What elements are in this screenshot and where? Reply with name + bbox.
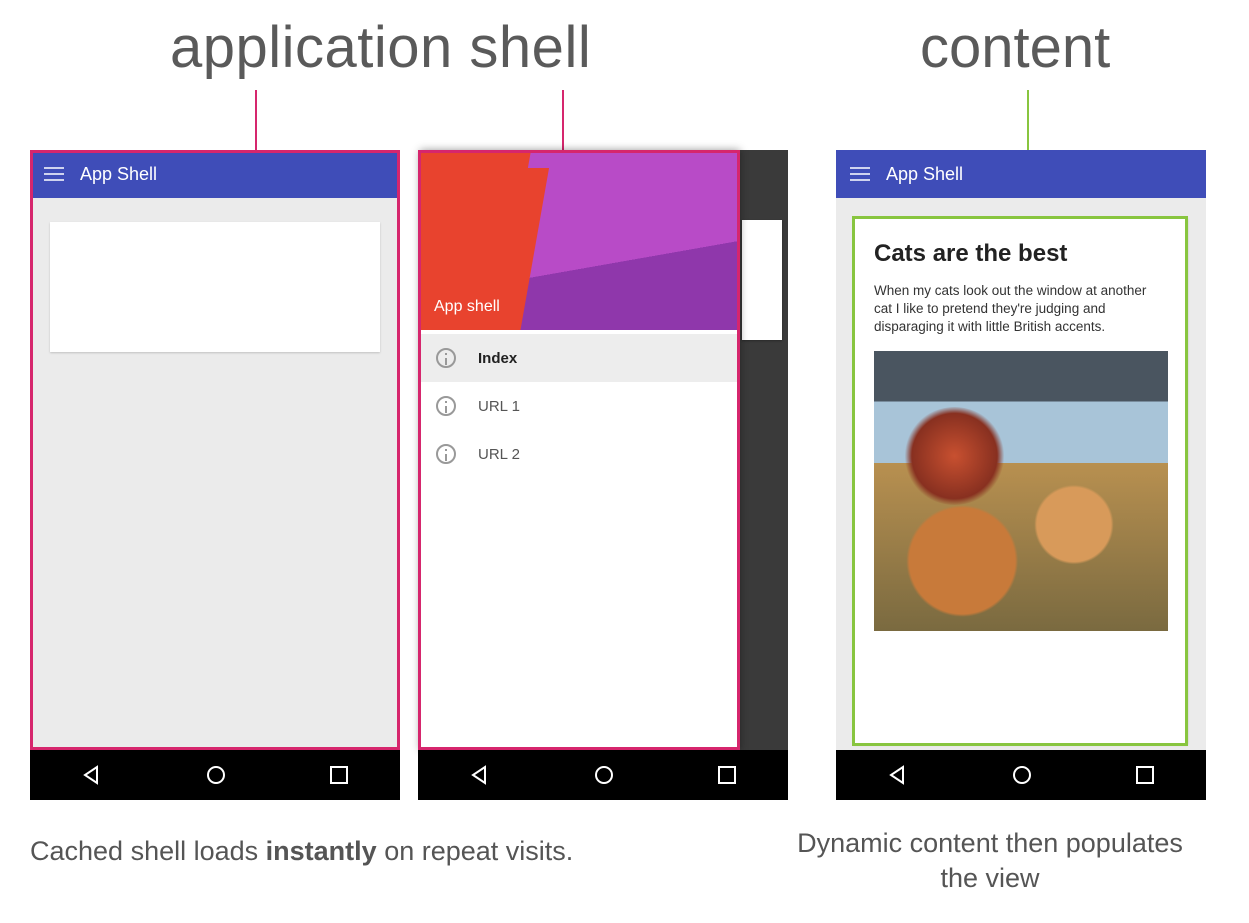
home-icon[interactable] xyxy=(595,766,613,784)
content-body: When my cats look out the window at anot… xyxy=(874,282,1168,337)
recents-icon[interactable] xyxy=(718,766,736,784)
drawer-list: Index URL 1 URL 2 xyxy=(418,330,738,478)
back-icon[interactable] xyxy=(82,765,102,785)
drawer-item-label: URL 1 xyxy=(478,398,520,415)
content-title: Cats are the best xyxy=(874,240,1168,268)
caption-right: Dynamic content then populates the view xyxy=(790,826,1190,896)
android-nav-bar xyxy=(836,750,1206,800)
info-icon xyxy=(436,348,456,368)
info-icon xyxy=(436,396,456,416)
drawer-header: App shell xyxy=(418,150,738,330)
empty-content-card xyxy=(50,222,380,352)
home-icon[interactable] xyxy=(207,766,225,784)
info-icon xyxy=(436,444,456,464)
app-bar: App Shell xyxy=(30,150,400,198)
connector-line xyxy=(562,90,564,152)
drawer-item-label: URL 2 xyxy=(478,446,520,463)
hamburger-menu-icon[interactable] xyxy=(850,167,870,181)
recents-icon[interactable] xyxy=(330,766,348,784)
hamburger-menu-icon[interactable] xyxy=(44,167,64,181)
drawer-item-url1[interactable]: URL 1 xyxy=(418,382,738,430)
recents-icon[interactable] xyxy=(1136,766,1154,784)
content-card: Cats are the best When my cats look out … xyxy=(854,218,1188,744)
heading-application-shell: application shell xyxy=(170,14,591,81)
drawer-item-label: Index xyxy=(478,350,517,367)
back-icon[interactable] xyxy=(470,765,490,785)
drawer-item-url2[interactable]: URL 2 xyxy=(418,430,738,478)
drawer-item-index[interactable]: Index xyxy=(418,334,738,382)
home-icon[interactable] xyxy=(1013,766,1031,784)
phone-content-populated: App Shell Cats are the best When my cats… xyxy=(836,150,1206,810)
appbar-title: App Shell xyxy=(80,164,157,185)
back-icon[interactable] xyxy=(888,765,908,785)
appbar-title: App Shell xyxy=(886,164,963,185)
navigation-drawer: App shell Index URL 1 URL 2 xyxy=(418,150,738,750)
android-nav-bar xyxy=(418,750,788,800)
drawer-header-title: App shell xyxy=(434,298,500,316)
phone-shell-drawer: App shell Index URL 1 URL 2 xyxy=(418,150,788,810)
android-nav-bar xyxy=(30,750,400,800)
connector-line xyxy=(255,90,257,152)
obscured-card xyxy=(742,220,782,340)
caption-left: Cached shell loads instantly on repeat v… xyxy=(30,826,790,896)
app-bar: App Shell xyxy=(836,150,1206,198)
phone-shell-empty: App Shell xyxy=(30,150,400,810)
heading-content: content xyxy=(920,14,1110,81)
content-image-cats xyxy=(874,351,1168,631)
